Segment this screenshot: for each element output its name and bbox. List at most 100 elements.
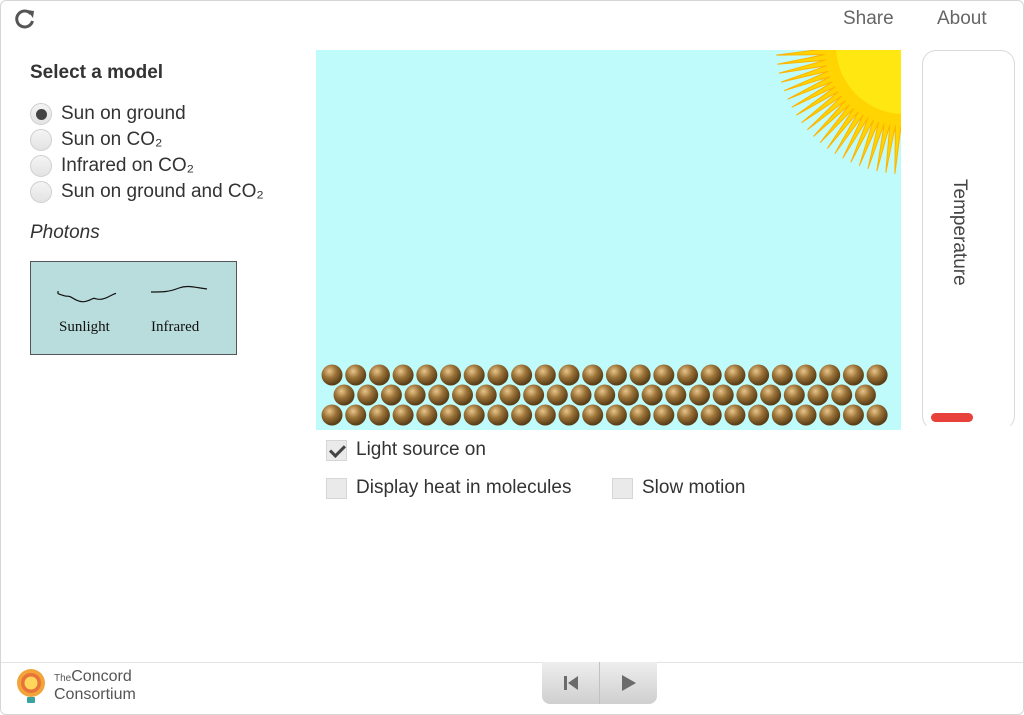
ground-molecule bbox=[558, 404, 580, 426]
ground-molecule bbox=[629, 404, 651, 426]
radio-label: Sun on ground and CO₂ bbox=[61, 181, 264, 202]
ground-molecule bbox=[321, 364, 343, 386]
display-heat-toggle[interactable]: Display heat in molecules bbox=[326, 477, 571, 499]
temperature-bar bbox=[931, 413, 973, 422]
ground-molecule bbox=[440, 404, 461, 426]
slow-motion-toggle[interactable]: Slow motion bbox=[612, 477, 746, 499]
radio-sun-on-ground-and-co2[interactable]: Sun on ground and CO₂ bbox=[30, 181, 264, 203]
ground-molecule bbox=[641, 384, 663, 406]
ground-molecule bbox=[783, 384, 805, 406]
ground-molecule bbox=[771, 364, 793, 386]
ground-molecule bbox=[333, 384, 355, 406]
radio-sun-on-co2[interactable]: Sun on CO₂ bbox=[30, 129, 162, 151]
ground-molecule bbox=[605, 404, 627, 426]
infrared-label: Infrared bbox=[151, 319, 200, 335]
sunlight-label: Sunlight bbox=[59, 319, 110, 335]
radio-button[interactable] bbox=[30, 181, 52, 203]
checkbox-label: Slow motion bbox=[642, 477, 746, 498]
radio-button[interactable] bbox=[30, 155, 52, 177]
ground-molecule bbox=[819, 404, 841, 426]
ground-molecule bbox=[511, 364, 533, 386]
photon-legend: Sunlight Infrared bbox=[30, 261, 237, 355]
ground-molecule bbox=[665, 384, 687, 406]
ground-molecule bbox=[807, 384, 829, 406]
radio-infrared-on-co2[interactable]: Infrared on CO₂ bbox=[30, 155, 194, 177]
radio-label: Infrared on CO₂ bbox=[61, 155, 195, 176]
logo-concord: Concord bbox=[71, 668, 132, 685]
thermometer: Temperature bbox=[922, 50, 1015, 430]
simulation-view[interactable] bbox=[316, 50, 901, 430]
ground-molecule bbox=[819, 364, 841, 386]
reload-icon[interactable] bbox=[14, 8, 36, 30]
logo-consortium: Consortium bbox=[54, 686, 136, 703]
ground-molecule bbox=[760, 384, 782, 406]
checkbox[interactable] bbox=[326, 439, 347, 461]
play-button[interactable] bbox=[599, 662, 656, 704]
ground-molecule bbox=[700, 404, 722, 426]
ground-molecule bbox=[570, 384, 592, 406]
radio-button[interactable] bbox=[30, 129, 52, 151]
ground-molecule bbox=[475, 384, 497, 406]
ground-molecule bbox=[558, 364, 580, 386]
ground-molecule bbox=[534, 364, 556, 386]
reset-button[interactable] bbox=[542, 662, 599, 704]
footer-divider bbox=[1, 662, 1023, 663]
ground-molecule bbox=[748, 404, 770, 426]
ground-molecule bbox=[700, 364, 722, 386]
ground-molecule bbox=[487, 404, 509, 426]
logo-the: The bbox=[54, 673, 72, 684]
radio-label: Sun on CO₂ bbox=[61, 129, 163, 150]
ground-molecule bbox=[605, 364, 627, 386]
light-source-toggle[interactable]: Light source on bbox=[326, 439, 486, 461]
ground-molecule bbox=[842, 364, 864, 386]
ground-molecule bbox=[677, 404, 698, 426]
checkbox[interactable] bbox=[326, 477, 347, 499]
ground-molecule bbox=[392, 364, 414, 386]
ground-molecule bbox=[712, 384, 734, 406]
ground-molecule bbox=[546, 384, 568, 406]
ground-molecule bbox=[321, 404, 343, 426]
ground-molecule bbox=[463, 364, 485, 386]
checkbox-label: Light source on bbox=[356, 439, 486, 460]
ground-molecule bbox=[345, 404, 367, 426]
ground-molecule bbox=[582, 404, 604, 426]
share-link[interactable]: Share bbox=[843, 8, 894, 30]
ground-molecule bbox=[534, 404, 556, 426]
ground-molecule bbox=[452, 384, 473, 406]
ground-molecule bbox=[689, 384, 710, 406]
temperature-label: Temperature bbox=[949, 179, 970, 286]
ground-molecule bbox=[428, 384, 450, 406]
ground-molecule bbox=[345, 364, 367, 386]
ground-molecule bbox=[380, 384, 402, 406]
skip-back-icon bbox=[563, 676, 578, 690]
ground-molecule bbox=[368, 404, 390, 426]
radio-sun-on-ground[interactable]: Sun on ground bbox=[30, 103, 186, 125]
ground-molecule bbox=[771, 404, 793, 426]
ground-molecule bbox=[582, 364, 604, 386]
ground-molecule bbox=[831, 384, 853, 406]
select-model-title: Select a model bbox=[30, 62, 164, 83]
ground-molecule bbox=[629, 364, 651, 386]
infrared-wave-icon bbox=[150, 285, 208, 293]
ground-molecule bbox=[416, 404, 438, 426]
ground-molecule bbox=[392, 404, 414, 426]
ground-molecule bbox=[854, 384, 876, 406]
ground-molecule bbox=[677, 364, 698, 386]
sun-icon bbox=[776, 50, 901, 174]
ground-molecule bbox=[463, 404, 485, 426]
radio-button[interactable] bbox=[30, 103, 52, 125]
ground-molecule bbox=[416, 364, 438, 386]
ground-molecule bbox=[617, 384, 639, 406]
about-link[interactable]: About bbox=[937, 8, 987, 30]
ground-molecule bbox=[499, 384, 521, 406]
ground-molecule bbox=[795, 404, 817, 426]
photons-title: Photons bbox=[30, 222, 100, 243]
ground-molecule bbox=[440, 364, 461, 386]
ground-molecule bbox=[487, 364, 509, 386]
checkbox[interactable] bbox=[612, 477, 633, 499]
concord-logo[interactable]: TheConcord Consortium bbox=[12, 666, 136, 706]
playback-controls bbox=[542, 662, 657, 704]
ground-molecule bbox=[594, 384, 616, 406]
play-icon bbox=[622, 675, 636, 691]
ground-molecule bbox=[653, 404, 675, 426]
